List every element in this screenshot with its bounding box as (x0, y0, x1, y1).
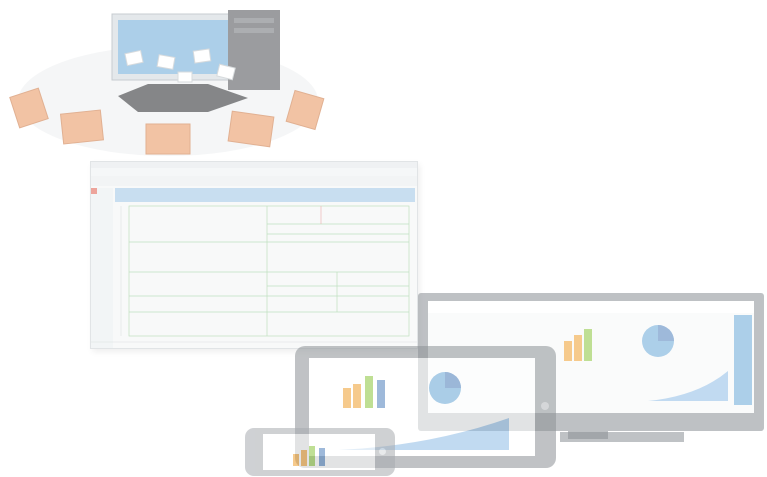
file-sharing-illustration (8, 6, 328, 162)
phone-screen (263, 434, 375, 470)
monitor-base (560, 432, 684, 442)
pie-chart-icon (429, 372, 461, 404)
form-window-graphic (91, 162, 417, 348)
file-sharing-graphic (9, 10, 325, 156)
bar-chart-icon (343, 376, 385, 408)
phone-dashboard (293, 446, 325, 466)
bar-chart-icon (564, 329, 592, 361)
phone-device (245, 428, 395, 476)
server-icon (228, 10, 280, 90)
bar-chart-icon (293, 446, 325, 466)
phone-home-button (379, 448, 386, 455)
pie-chart-icon (642, 325, 674, 357)
tablet-home-button (541, 402, 549, 410)
document-form-window (90, 161, 418, 349)
area-chart-icon (648, 371, 728, 401)
